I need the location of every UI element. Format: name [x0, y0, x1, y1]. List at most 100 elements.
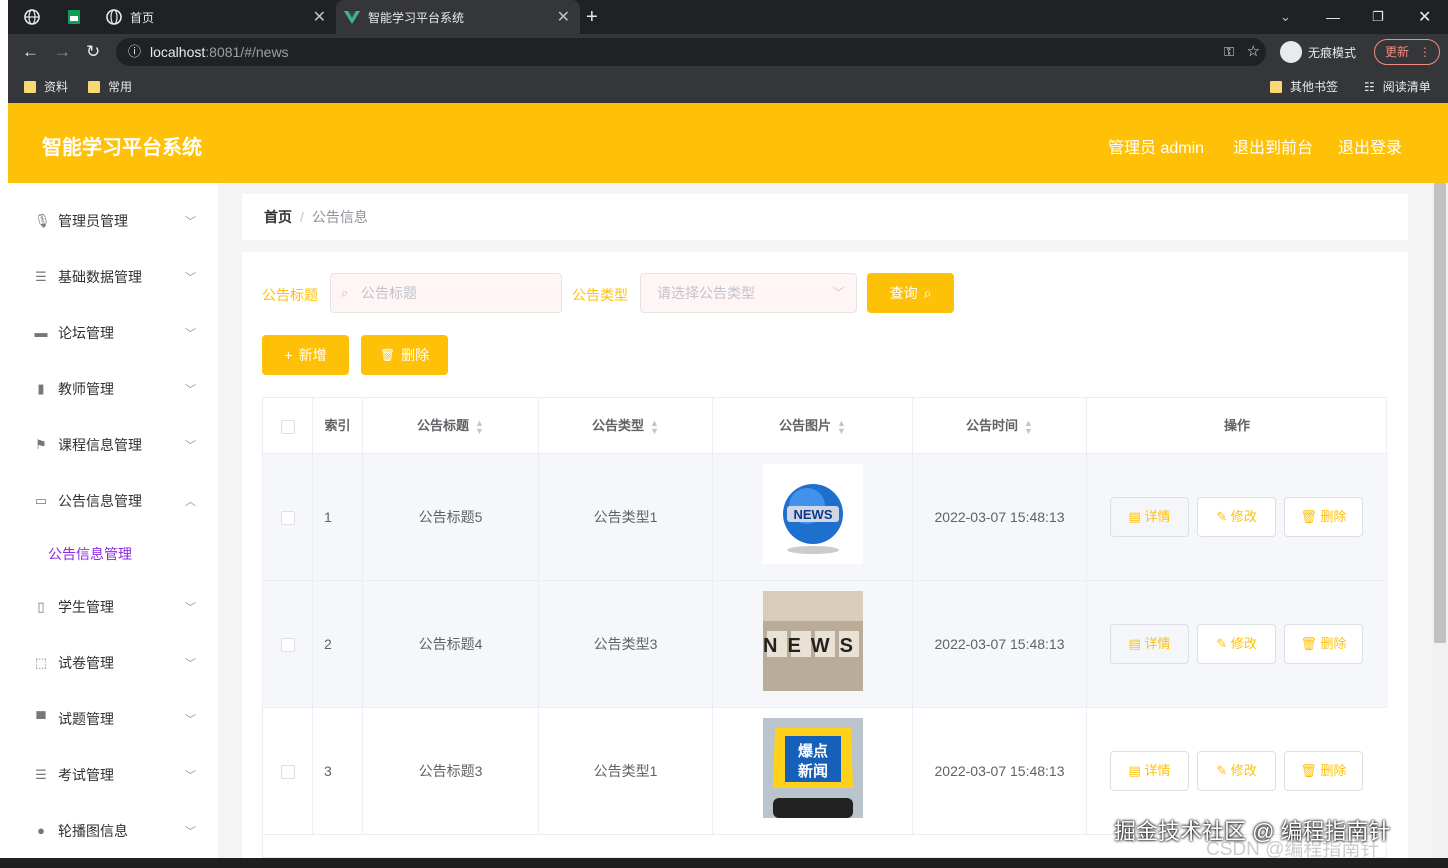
- line-chart-icon: ⬚: [34, 655, 48, 670]
- detail-button[interactable]: ▤ 详情: [1110, 624, 1189, 664]
- chevron-down-icon: ﹀: [185, 826, 196, 838]
- breadcrumb: 首页 / 公告信息: [242, 194, 1408, 240]
- sidebar-item-course[interactable]: ⚑ 课程信息管理 ﹀: [8, 417, 218, 473]
- logout-link[interactable]: 退出登录: [1338, 134, 1402, 158]
- bookmark-label: 常用: [108, 80, 133, 94]
- sort-icon: ▲ ▼: [837, 417, 846, 436]
- sidebar-item-carousel[interactable]: ● 轮播图信息 ﹀: [8, 803, 218, 859]
- type-select[interactable]: 请选择公告类型 ﹀: [640, 273, 857, 313]
- tab-label: 首页: [130, 10, 155, 25]
- url-field[interactable]: ⓘ localhost:8081/#/news ⚿ ☆: [116, 38, 1266, 66]
- bookmark-label: 其他书签: [1290, 80, 1339, 94]
- info-icon[interactable]: ⓘ: [128, 38, 141, 66]
- sidebar-item-label: 管理员管理: [58, 213, 128, 229]
- incognito-indicator[interactable]: 无痕模式: [1280, 40, 1356, 64]
- back-icon[interactable]: ←: [22, 41, 39, 63]
- sidebar-item-teacher[interactable]: ▮ 教师管理 ﹀: [8, 361, 218, 417]
- bookmark-folder[interactable]: 其他书签: [1270, 78, 1338, 95]
- bookmark-folder[interactable]: 常用: [88, 78, 132, 95]
- chevron-down-icon: ﹀: [185, 216, 196, 228]
- image-news-label: NEWS: [794, 507, 833, 522]
- detail-button[interactable]: ▤ 详情: [1110, 751, 1189, 791]
- edit-button[interactable]: ✎ 修改: [1197, 751, 1276, 791]
- admin-user-link[interactable]: 管理员 admin: [1108, 134, 1204, 158]
- delete-button[interactable]: 🗑 删除: [1284, 497, 1363, 537]
- chevron-down-icon: ﹀: [185, 714, 196, 726]
- detail-button[interactable]: ▤ 详情: [1110, 497, 1189, 537]
- key-icon[interactable]: ⚿: [1224, 38, 1234, 66]
- printer-icon: ▀: [36, 711, 46, 726]
- row-checkbox[interactable]: [280, 638, 295, 653]
- restore-icon[interactable]: ❐: [1372, 0, 1384, 34]
- delete-label: 删除: [401, 347, 430, 363]
- row-type: 公告类型1: [539, 708, 713, 835]
- header-time[interactable]: 公告时间 ▲ ▼: [913, 398, 1087, 454]
- app-header: 智能学习平台系统 管理员 admin 退出到前台 退出登录: [8, 103, 1448, 183]
- table-row: 2 公告标题4 公告类型3 NEWS 2022-03-07 15:48:13 ▤…: [263, 581, 1388, 708]
- header-title-label: 公告标题: [417, 418, 470, 433]
- chevron-up-icon: ︿: [185, 496, 196, 508]
- sidebar-item-paper[interactable]: ⬚ 试卷管理 ﹀: [8, 635, 218, 691]
- reading-list[interactable]: ☷ 阅读清单: [1364, 78, 1431, 95]
- close-icon[interactable]: ✕: [557, 7, 570, 27]
- chevron-down-icon: ﹀: [185, 658, 196, 670]
- sidebar-item-basic-data[interactable]: ☰ 基础数据管理 ﹀: [8, 249, 218, 305]
- globe-tab-icon[interactable]: [24, 0, 48, 34]
- select-all-checkbox[interactable]: [280, 419, 295, 434]
- tab-home[interactable]: 首页 ✕: [98, 0, 336, 34]
- add-button[interactable]: + 新增: [262, 335, 349, 375]
- edit-button[interactable]: ✎ 修改: [1197, 497, 1276, 537]
- delete-button[interactable]: 🗑 删除: [1284, 624, 1363, 664]
- sidebar-subitem-notice[interactable]: 公告信息管理: [8, 529, 218, 579]
- bar-chart-icon: ▮: [37, 381, 45, 396]
- update-button[interactable]: 更新 ⋮: [1374, 39, 1440, 65]
- edit-button[interactable]: ✎ 修改: [1197, 624, 1276, 664]
- sidebar-item-admin[interactable]: 🎙 管理员管理 ﹀: [8, 193, 218, 249]
- title-filter-label: 公告标题: [262, 287, 318, 303]
- breadcrumb-current: 公告信息: [311, 209, 368, 225]
- close-icon[interactable]: ✕: [313, 7, 326, 27]
- forward-icon[interactable]: →: [54, 41, 71, 63]
- batch-delete-button[interactable]: 🗑 删除: [361, 335, 448, 375]
- minimize-icon[interactable]: —: [1326, 0, 1340, 34]
- exit-to-front-link[interactable]: 退出到前台: [1233, 134, 1313, 158]
- sidebar-item-notice[interactable]: ▭ 公告信息管理 ︿: [8, 473, 218, 529]
- detail-label: 详情: [1144, 636, 1171, 651]
- app-title: 智能学习平台系统: [42, 137, 202, 159]
- row-checkbox[interactable]: [280, 765, 295, 780]
- search-icon: ⌕: [341, 285, 349, 300]
- sidebar-item-forum[interactable]: ▬ 论坛管理 ﹀: [8, 305, 218, 361]
- row-image-cell: NEWS: [713, 581, 913, 708]
- chevron-down-icon[interactable]: ⌄: [1280, 0, 1291, 34]
- tab-app[interactable]: 智能学习平台系统 ✕: [336, 0, 580, 34]
- row-actions: ▤ 详情 ✎ 修改 🗑 删除: [1087, 454, 1387, 581]
- sidebar-item-student[interactable]: ▯ 学生管理 ﹀: [8, 579, 218, 635]
- sidebar-item-exam[interactable]: ☰ 考试管理 ﹀: [8, 747, 218, 803]
- edit-label: 修改: [1230, 763, 1257, 778]
- type-filter-label: 公告类型: [572, 287, 628, 303]
- header-type[interactable]: 公告类型 ▲ ▼: [539, 398, 713, 454]
- sidebar: 🎙 管理员管理 ﹀ ☰ 基础数据管理 ﹀ ▬ 论坛管理 ﹀ ▮ 教师管理 ﹀ ⚑ 课程信息管理 ﹀ …: [8, 183, 218, 868]
- row-index: 2: [313, 581, 363, 708]
- type-select-placeholder: 请选择公告类型: [657, 285, 755, 301]
- sheet-tab-icon[interactable]: [66, 0, 90, 34]
- sidebar-item-question[interactable]: ▀ 试题管理 ﹀: [8, 691, 218, 747]
- title-search-input[interactable]: ⌕ 公告标题: [330, 273, 562, 313]
- image-news-label: NEWS: [763, 635, 863, 657]
- hot-news-image: 爆点 新闻: [763, 718, 863, 818]
- query-button[interactable]: 查询 ⌕: [867, 273, 954, 313]
- window-close-icon[interactable]: ✕: [1418, 0, 1431, 34]
- new-tab-button[interactable]: +: [586, 0, 610, 34]
- header-title[interactable]: 公告标题 ▲ ▼: [363, 398, 539, 454]
- bookmark-folder[interactable]: 资料: [24, 78, 68, 95]
- page-scrollbar-thumb[interactable]: [1434, 183, 1446, 643]
- star-icon[interactable]: ☆: [1247, 38, 1260, 66]
- breadcrumb-home[interactable]: 首页: [264, 209, 292, 225]
- row-checkbox[interactable]: [280, 511, 295, 526]
- globe-icon: [24, 9, 40, 25]
- reload-icon[interactable]: ↻: [86, 41, 100, 63]
- chevron-down-icon: ﹀: [185, 328, 196, 340]
- header-image[interactable]: 公告图片 ▲ ▼: [713, 398, 913, 454]
- edit-label: 修改: [1230, 636, 1257, 651]
- delete-button[interactable]: 🗑 删除: [1284, 751, 1363, 791]
